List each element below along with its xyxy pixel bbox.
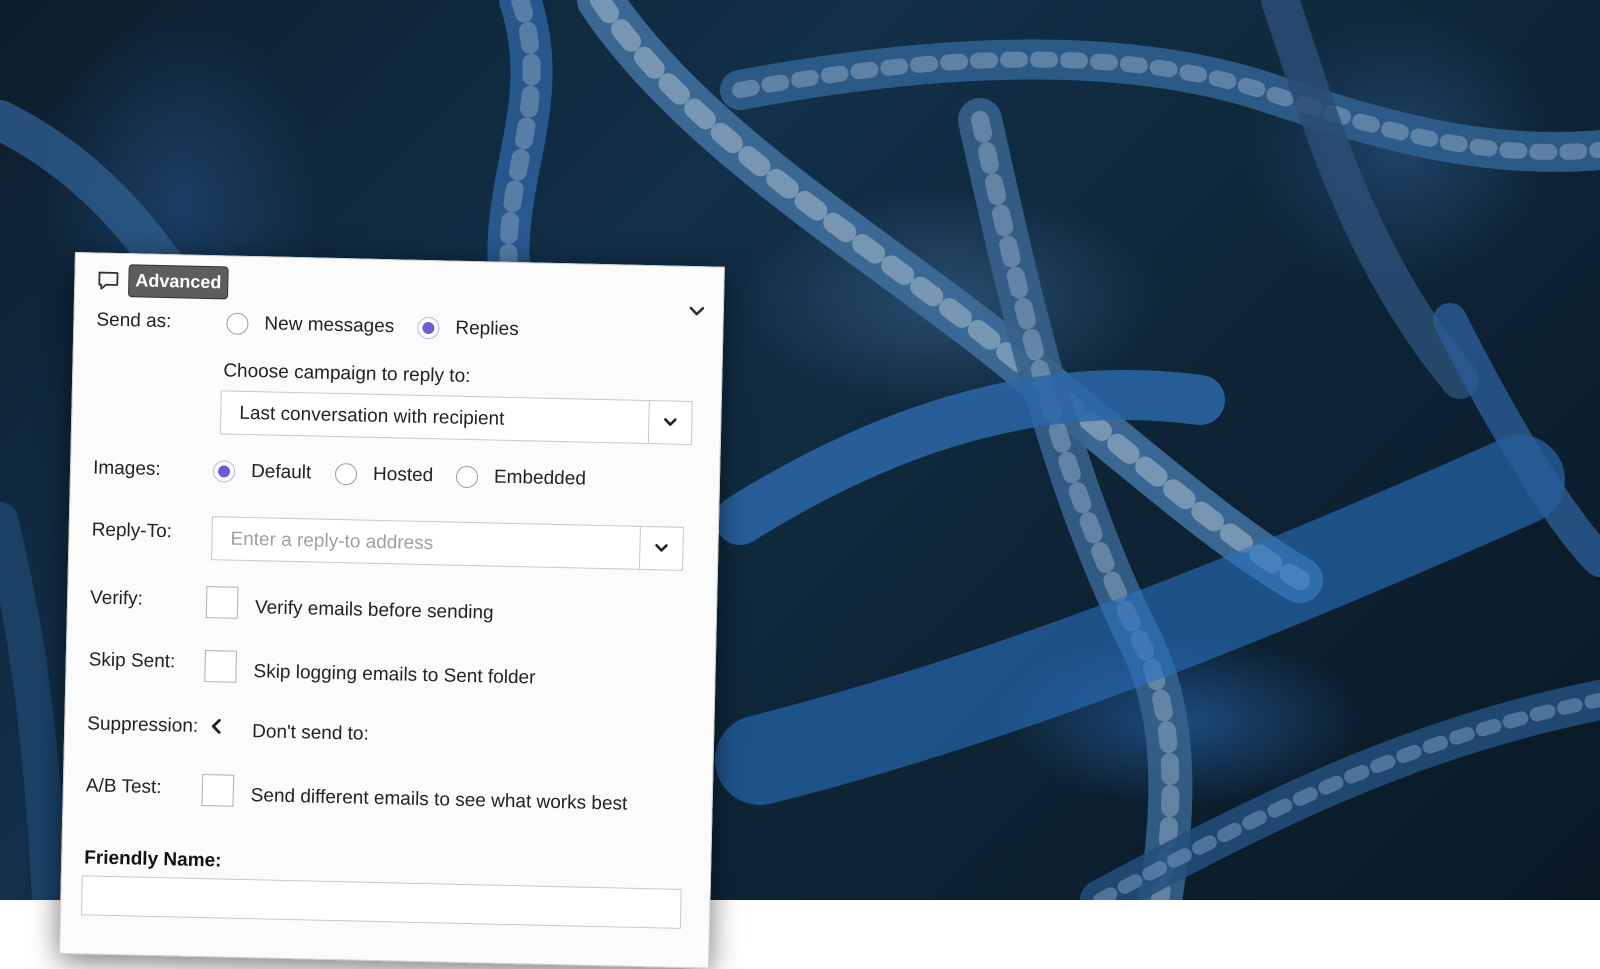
reply-to-select-toggle[interactable]: [638, 526, 683, 570]
chevron-down-icon[interactable]: [689, 305, 705, 317]
images-hosted[interactable]: Hosted: [334, 462, 434, 487]
reply-to-input[interactable]: Enter a reply-to address: [211, 516, 684, 571]
campaign-label: Choose campaign to reply to:: [223, 360, 471, 388]
campaign-select[interactable]: Last conversation with recipient: [219, 390, 693, 446]
suppression-label: Suppression:: [87, 713, 199, 737]
friendly-name-label: Friendly Name:: [84, 847, 222, 872]
skip-sent-checkbox[interactable]: [204, 650, 237, 683]
radio-embedded-label: Embedded: [493, 466, 587, 490]
images-embedded[interactable]: Embedded: [455, 465, 587, 491]
reply-to-label: Reply-To:: [91, 519, 173, 543]
radio-replies-label: Replies: [455, 317, 519, 341]
skip-sent-text: Skip logging emails to Sent folder: [253, 661, 536, 689]
chevron-left-icon[interactable]: [211, 718, 221, 734]
verify-label: Verify:: [89, 587, 144, 610]
images-label: Images:: [92, 457, 161, 480]
suppression-text: Don't send to:: [251, 721, 370, 745]
radio-embedded[interactable]: [455, 465, 479, 489]
comment-icon: [98, 271, 119, 290]
campaign-select-value: Last conversation with recipient: [239, 402, 505, 430]
advanced-tab[interactable]: Advanced: [127, 264, 229, 300]
skip-sent-label: Skip Sent:: [88, 649, 176, 673]
chevron-down-icon: [664, 418, 677, 426]
radio-new-messages-label: New messages: [264, 313, 395, 338]
radio-default-label: Default: [250, 461, 312, 484]
chevron-down-icon: [655, 543, 668, 552]
panel-header: Advanced: [97, 264, 229, 300]
reply-to-placeholder: Enter a reply-to address: [230, 528, 434, 555]
campaign-select-toggle[interactable]: [647, 401, 692, 445]
friendly-name-input[interactable]: [80, 875, 682, 929]
send-as-replies[interactable]: Replies: [417, 316, 519, 341]
send-as-new-messages[interactable]: New messages: [226, 312, 395, 338]
verify-text: Verify emails before sending: [254, 597, 494, 624]
ab-test-checkbox[interactable]: [201, 774, 235, 807]
images-default[interactable]: Default: [212, 460, 312, 484]
radio-default[interactable]: [212, 460, 236, 483]
advanced-settings-panel: Advanced Send as: New messages Replies C…: [59, 252, 725, 969]
ab-test-label: A/B Test:: [85, 775, 162, 799]
verify-checkbox[interactable]: [205, 586, 239, 619]
radio-new-messages[interactable]: [226, 312, 249, 335]
ab-test-text: Send different emails to see what works …: [250, 785, 628, 815]
radio-hosted[interactable]: [334, 462, 358, 486]
send-as-label: Send as:: [96, 309, 172, 333]
radio-replies[interactable]: [417, 316, 440, 340]
radio-hosted-label: Hosted: [372, 463, 434, 487]
